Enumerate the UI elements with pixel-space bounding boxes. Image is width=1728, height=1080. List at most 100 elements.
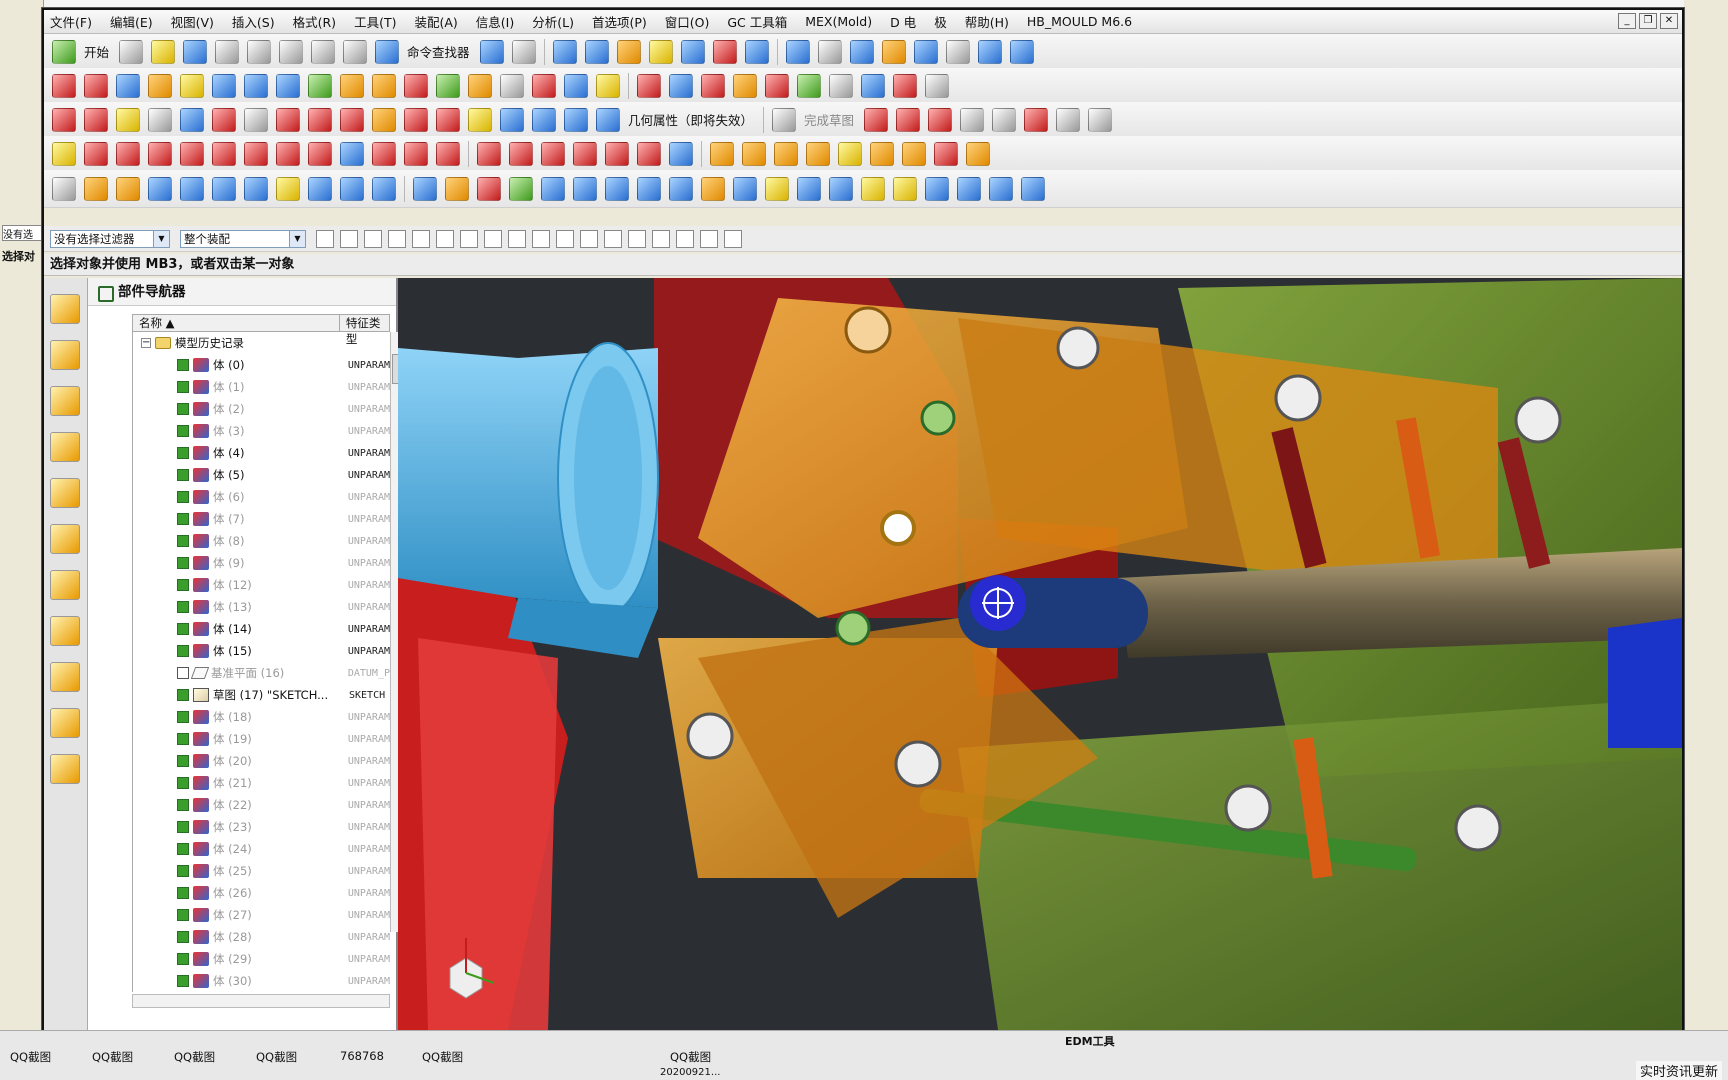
- polygon-icon[interactable]: [180, 107, 204, 132]
- part-navigator-tab-icon[interactable]: [50, 294, 80, 324]
- visibility-checkbox[interactable]: [177, 425, 189, 437]
- tree-row[interactable]: 体 (5) UNPARAM: [133, 464, 390, 486]
- end-point-icon[interactable]: [508, 229, 526, 248]
- background-icon[interactable]: [945, 39, 970, 64]
- join-curve-icon[interactable]: [861, 73, 885, 98]
- rectangle-select-icon[interactable]: [436, 229, 454, 248]
- circle-d-icon[interactable]: [573, 141, 597, 166]
- mold-tool-f-icon[interactable]: [870, 141, 894, 166]
- sweep-icon[interactable]: [180, 73, 204, 98]
- trim-curve-icon[interactable]: [893, 73, 917, 98]
- ellipse-icon[interactable]: [244, 141, 268, 166]
- circle-b-icon[interactable]: [509, 141, 533, 166]
- sketch-rectangle-icon[interactable]: [992, 107, 1017, 132]
- mold-tool-h-icon[interactable]: [934, 141, 958, 166]
- visibility-checkbox[interactable]: [177, 601, 189, 613]
- visibility-checkbox[interactable]: [177, 777, 189, 789]
- thicken-icon[interactable]: [468, 73, 492, 98]
- system-materials-tab-icon[interactable]: [50, 616, 80, 646]
- snap-icon[interactable]: [712, 39, 737, 64]
- snap-point-icon[interactable]: [364, 229, 382, 248]
- visibility-checkbox[interactable]: [177, 689, 189, 701]
- split-body-icon[interactable]: [541, 176, 565, 201]
- surface-icon[interactable]: [244, 73, 268, 98]
- menu-item[interactable]: 分析(L): [532, 12, 574, 31]
- select-all-icon[interactable]: [340, 229, 358, 248]
- line-icon[interactable]: [52, 107, 76, 132]
- assembly-scope-select[interactable]: 整个装配 ▼: [180, 229, 306, 248]
- intersection-point-icon[interactable]: [580, 229, 598, 248]
- spline-icon[interactable]: [669, 73, 693, 98]
- quadrant-point-icon[interactable]: [628, 229, 646, 248]
- synch-move-icon[interactable]: [989, 176, 1013, 201]
- tree-row[interactable]: 体 (14) UNPARAM: [133, 618, 390, 640]
- offset-surface-icon[interactable]: [308, 73, 332, 98]
- menu-item[interactable]: 装配(A): [414, 12, 457, 31]
- taskbar-item[interactable]: QQ截图: [670, 1049, 711, 1065]
- minimize-icon[interactable]: _: [1618, 13, 1636, 29]
- menu-item[interactable]: HB_MOULD M6.6: [1027, 14, 1132, 29]
- column-name-header[interactable]: 名称 ▲: [133, 315, 340, 331]
- cylinder-icon[interactable]: [180, 176, 204, 201]
- pocket-icon[interactable]: [340, 176, 364, 201]
- assembly-navigator-tab-icon[interactable]: [50, 340, 80, 370]
- filter-options-icon[interactable]: [316, 229, 334, 248]
- patch-icon[interactable]: [276, 73, 300, 98]
- project-curve-icon[interactable]: [733, 73, 757, 98]
- hole-icon[interactable]: [276, 176, 300, 201]
- column-type-header[interactable]: 特征类型: [340, 315, 389, 346]
- visibility-checkbox[interactable]: [177, 909, 189, 921]
- finish-sketch-icon[interactable]: [772, 107, 797, 132]
- constraint-navigator-tab-icon[interactable]: [50, 386, 80, 416]
- tree-row[interactable]: 体 (29) UNPARAM: [133, 948, 390, 970]
- cut-icon[interactable]: [215, 39, 240, 64]
- menu-item[interactable]: 文件(F): [50, 12, 92, 31]
- tree-row[interactable]: 体 (18) UNPARAM: [133, 706, 390, 728]
- grid-icon[interactable]: [340, 141, 364, 166]
- curve-icon[interactable]: [637, 73, 661, 98]
- visibility-checkbox[interactable]: [177, 733, 189, 745]
- tree-row[interactable]: 体 (4) UNPARAM: [133, 442, 390, 464]
- menu-item[interactable]: 视图(V): [171, 12, 214, 31]
- thread-icon[interactable]: [861, 176, 885, 201]
- open-folder-icon[interactable]: [151, 39, 176, 64]
- chamfer-icon[interactable]: [605, 176, 629, 201]
- text-curve-icon[interactable]: [925, 73, 949, 98]
- analysis-icon[interactable]: [669, 141, 693, 166]
- rib-icon[interactable]: [893, 176, 917, 201]
- visibility-checkbox[interactable]: [177, 887, 189, 899]
- orient-view-icon[interactable]: [680, 39, 705, 64]
- taskbar-item[interactable]: QQ截图: [256, 1049, 297, 1065]
- trim-sheet-icon[interactable]: [340, 73, 364, 98]
- instance-icon[interactable]: [765, 176, 789, 201]
- ruled-icon[interactable]: [148, 73, 172, 98]
- mold-tool-d-icon[interactable]: [806, 141, 830, 166]
- shaded-icon[interactable]: [817, 39, 842, 64]
- emboss-icon[interactable]: [925, 176, 949, 201]
- sketch-icon[interactable]: [52, 176, 76, 201]
- freeform-icon[interactable]: [276, 141, 300, 166]
- extend-icon[interactable]: [372, 73, 396, 98]
- component-icon[interactable]: [1009, 39, 1034, 64]
- tree-row[interactable]: 体 (7) UNPARAM: [133, 508, 390, 530]
- derived-line-icon[interactable]: [468, 107, 492, 132]
- cone-icon[interactable]: [212, 176, 236, 201]
- helix-icon[interactable]: [701, 73, 725, 98]
- web-browser-tab-icon[interactable]: [50, 524, 80, 554]
- save-icon[interactable]: [183, 39, 208, 64]
- visibility-checkbox[interactable]: [177, 931, 189, 943]
- quick-extend-icon[interactable]: [436, 107, 460, 132]
- bracket-icon[interactable]: [436, 141, 460, 166]
- extract-icon[interactable]: [829, 176, 853, 201]
- visibility-checkbox[interactable]: [177, 755, 189, 767]
- mold-tool-c-icon[interactable]: [774, 141, 798, 166]
- redo-icon[interactable]: [343, 39, 368, 64]
- mold-tool-b-icon[interactable]: [742, 141, 766, 166]
- undo-icon[interactable]: [311, 39, 336, 64]
- subtract-icon[interactable]: [445, 176, 469, 201]
- history-tab-icon[interactable]: [50, 570, 80, 600]
- fit-view-icon[interactable]: [785, 39, 810, 64]
- through-curves-icon[interactable]: [116, 73, 140, 98]
- menu-item[interactable]: GC 工具箱: [727, 12, 787, 31]
- scale-body-icon[interactable]: [733, 176, 757, 201]
